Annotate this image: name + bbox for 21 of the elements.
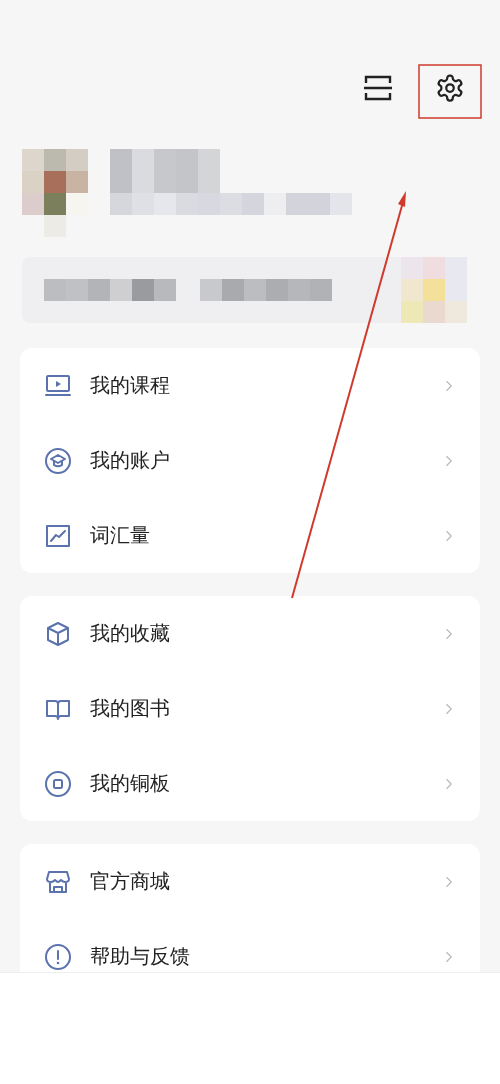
menu-label: 我的课程 (90, 372, 171, 399)
menu-label: 我的图书 (90, 695, 171, 722)
menu-item[interactable]: 我的课程 (20, 348, 480, 423)
menu-item[interactable]: 我的账户 (20, 423, 480, 498)
coin-icon (44, 769, 72, 798)
menu-item[interactable]: 我的铜板 (20, 746, 480, 821)
menu-label: 我的账户 (90, 447, 171, 474)
menu-label: 我的铜板 (90, 770, 171, 797)
menu-label: 帮助与反馈 (90, 943, 191, 970)
menu-item[interactable]: 官方商城 (20, 844, 480, 919)
cube-icon (44, 619, 72, 648)
graduation-cap-icon (44, 446, 72, 475)
menu-item[interactable]: 我的收藏 (20, 596, 480, 671)
highlight-frame (418, 64, 482, 119)
menu-item[interactable]: 帮助与反馈 (20, 919, 480, 972)
exclamation-circle-icon (44, 942, 72, 971)
menu-label: 官方商城 (90, 868, 171, 895)
menu-label: 我的收藏 (90, 620, 171, 647)
menu-item[interactable]: 我的图书 (20, 671, 480, 746)
menu-label: 词汇量 (90, 522, 151, 549)
menu-item[interactable]: 词汇量 (20, 498, 480, 573)
